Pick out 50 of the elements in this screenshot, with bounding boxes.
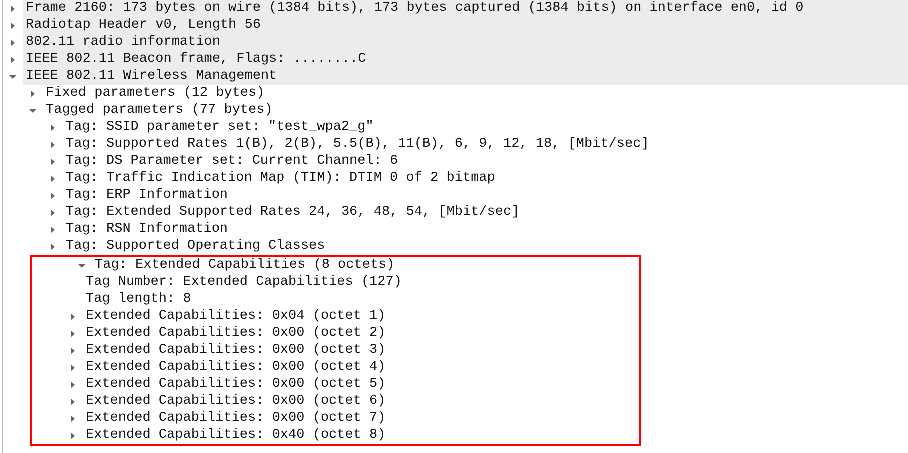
tree-item[interactable]: Tag Number: Extended Capabilities (127) xyxy=(83,274,402,291)
tree-item[interactable]: IEEE 802.11 Wireless Management xyxy=(23,68,908,85)
tree-item[interactable]: Tag: Traffic Indication Map (TIM): DTIM 0 of 2 bitmap xyxy=(63,170,496,187)
collapsed-caret-icon[interactable] xyxy=(49,226,57,234)
tree-item[interactable]: Tag: SSID parameter set: "test_wpa2_g" xyxy=(63,119,374,136)
tree-item[interactable]: IEEE 802.11 Beacon frame, Flags: ........C xyxy=(23,51,908,68)
tree-item[interactable]: Tag: RSN Information xyxy=(63,221,228,238)
tree-item[interactable]: Tag: Supported Operating Classes xyxy=(63,238,326,255)
collapsed-caret-icon[interactable] xyxy=(49,174,57,182)
tree-item[interactable]: Extended Capabilities: 0x04 (octet 1) xyxy=(83,308,386,325)
collapsed-caret-icon[interactable] xyxy=(69,398,77,406)
expanded-caret-icon[interactable] xyxy=(9,72,17,80)
tree-item[interactable]: Tag: Extended Capabilities (8 octets) xyxy=(92,257,395,274)
tree-item[interactable]: Fixed parameters (12 bytes) xyxy=(43,85,265,102)
tree-item[interactable]: Extended Capabilities: 0x00 (octet 5) xyxy=(83,376,386,393)
collapsed-caret-icon[interactable] xyxy=(9,22,17,30)
collapsed-caret-icon[interactable] xyxy=(29,90,37,98)
tree-item[interactable]: Tag: Supported Rates 1(B), 2(B), 5.5(B), 11(B), 6, 9, 12, 18, [Mbit/sec] xyxy=(63,136,650,153)
collapsed-caret-icon[interactable] xyxy=(9,38,17,46)
tree-item[interactable]: Tag: Extended Supported Rates 24, 36, 48, 54, [Mbit/sec] xyxy=(63,204,520,221)
tree-item[interactable]: Extended Capabilities: 0x00 (octet 6) xyxy=(83,393,386,410)
tree-item[interactable]: Extended Capabilities: 0x00 (octet 3) xyxy=(83,342,386,359)
collapsed-caret-icon[interactable] xyxy=(49,242,57,250)
expanded-caret-icon[interactable] xyxy=(29,106,37,114)
tree-item[interactable]: Extended Capabilities: 0x00 (octet 7) xyxy=(83,410,386,427)
expanded-caret-icon[interactable] xyxy=(78,262,86,270)
collapsed-caret-icon[interactable] xyxy=(9,56,17,64)
collapsed-caret-icon[interactable] xyxy=(49,124,57,132)
tree-item[interactable]: Tag length: 8 xyxy=(83,291,192,308)
collapsed-caret-icon[interactable] xyxy=(69,312,77,320)
collapsed-caret-icon[interactable] xyxy=(69,380,77,388)
tree-item[interactable]: Extended Capabilities: 0x00 (octet 4) xyxy=(83,359,386,376)
tree-item[interactable]: Extended Capabilities: 0x40 (octet 8) xyxy=(83,427,386,444)
collapsed-caret-icon[interactable] xyxy=(69,414,77,422)
collapsed-caret-icon[interactable] xyxy=(69,364,77,372)
tree-item[interactable]: Radiotap Header v0, Length 56 xyxy=(23,17,908,34)
collapsed-caret-icon[interactable] xyxy=(49,140,57,148)
collapsed-caret-icon[interactable] xyxy=(69,330,77,338)
collapsed-caret-icon[interactable] xyxy=(49,192,57,200)
tree-item[interactable]: Extended Capabilities: 0x00 (octet 2) xyxy=(83,325,386,342)
tree-item[interactable]: 802.11 radio information xyxy=(23,34,908,51)
tree-item[interactable]: Frame 2160: 173 bytes on wire (1384 bits), 173 bytes captured (1384 bits) on interface en0, id 0 xyxy=(23,0,908,17)
tree-item[interactable]: Tag: ERP Information xyxy=(63,187,228,204)
tree-item[interactable]: Tagged parameters (77 bytes) xyxy=(43,102,273,119)
collapsed-caret-icon[interactable] xyxy=(69,432,77,440)
tree-item[interactable]: Tag: DS Parameter set: Current Channel: 6 xyxy=(63,153,398,170)
collapsed-caret-icon[interactable] xyxy=(49,158,57,166)
collapsed-caret-icon[interactable] xyxy=(69,346,77,354)
collapsed-caret-icon[interactable] xyxy=(9,4,17,12)
collapsed-caret-icon[interactable] xyxy=(49,208,57,216)
